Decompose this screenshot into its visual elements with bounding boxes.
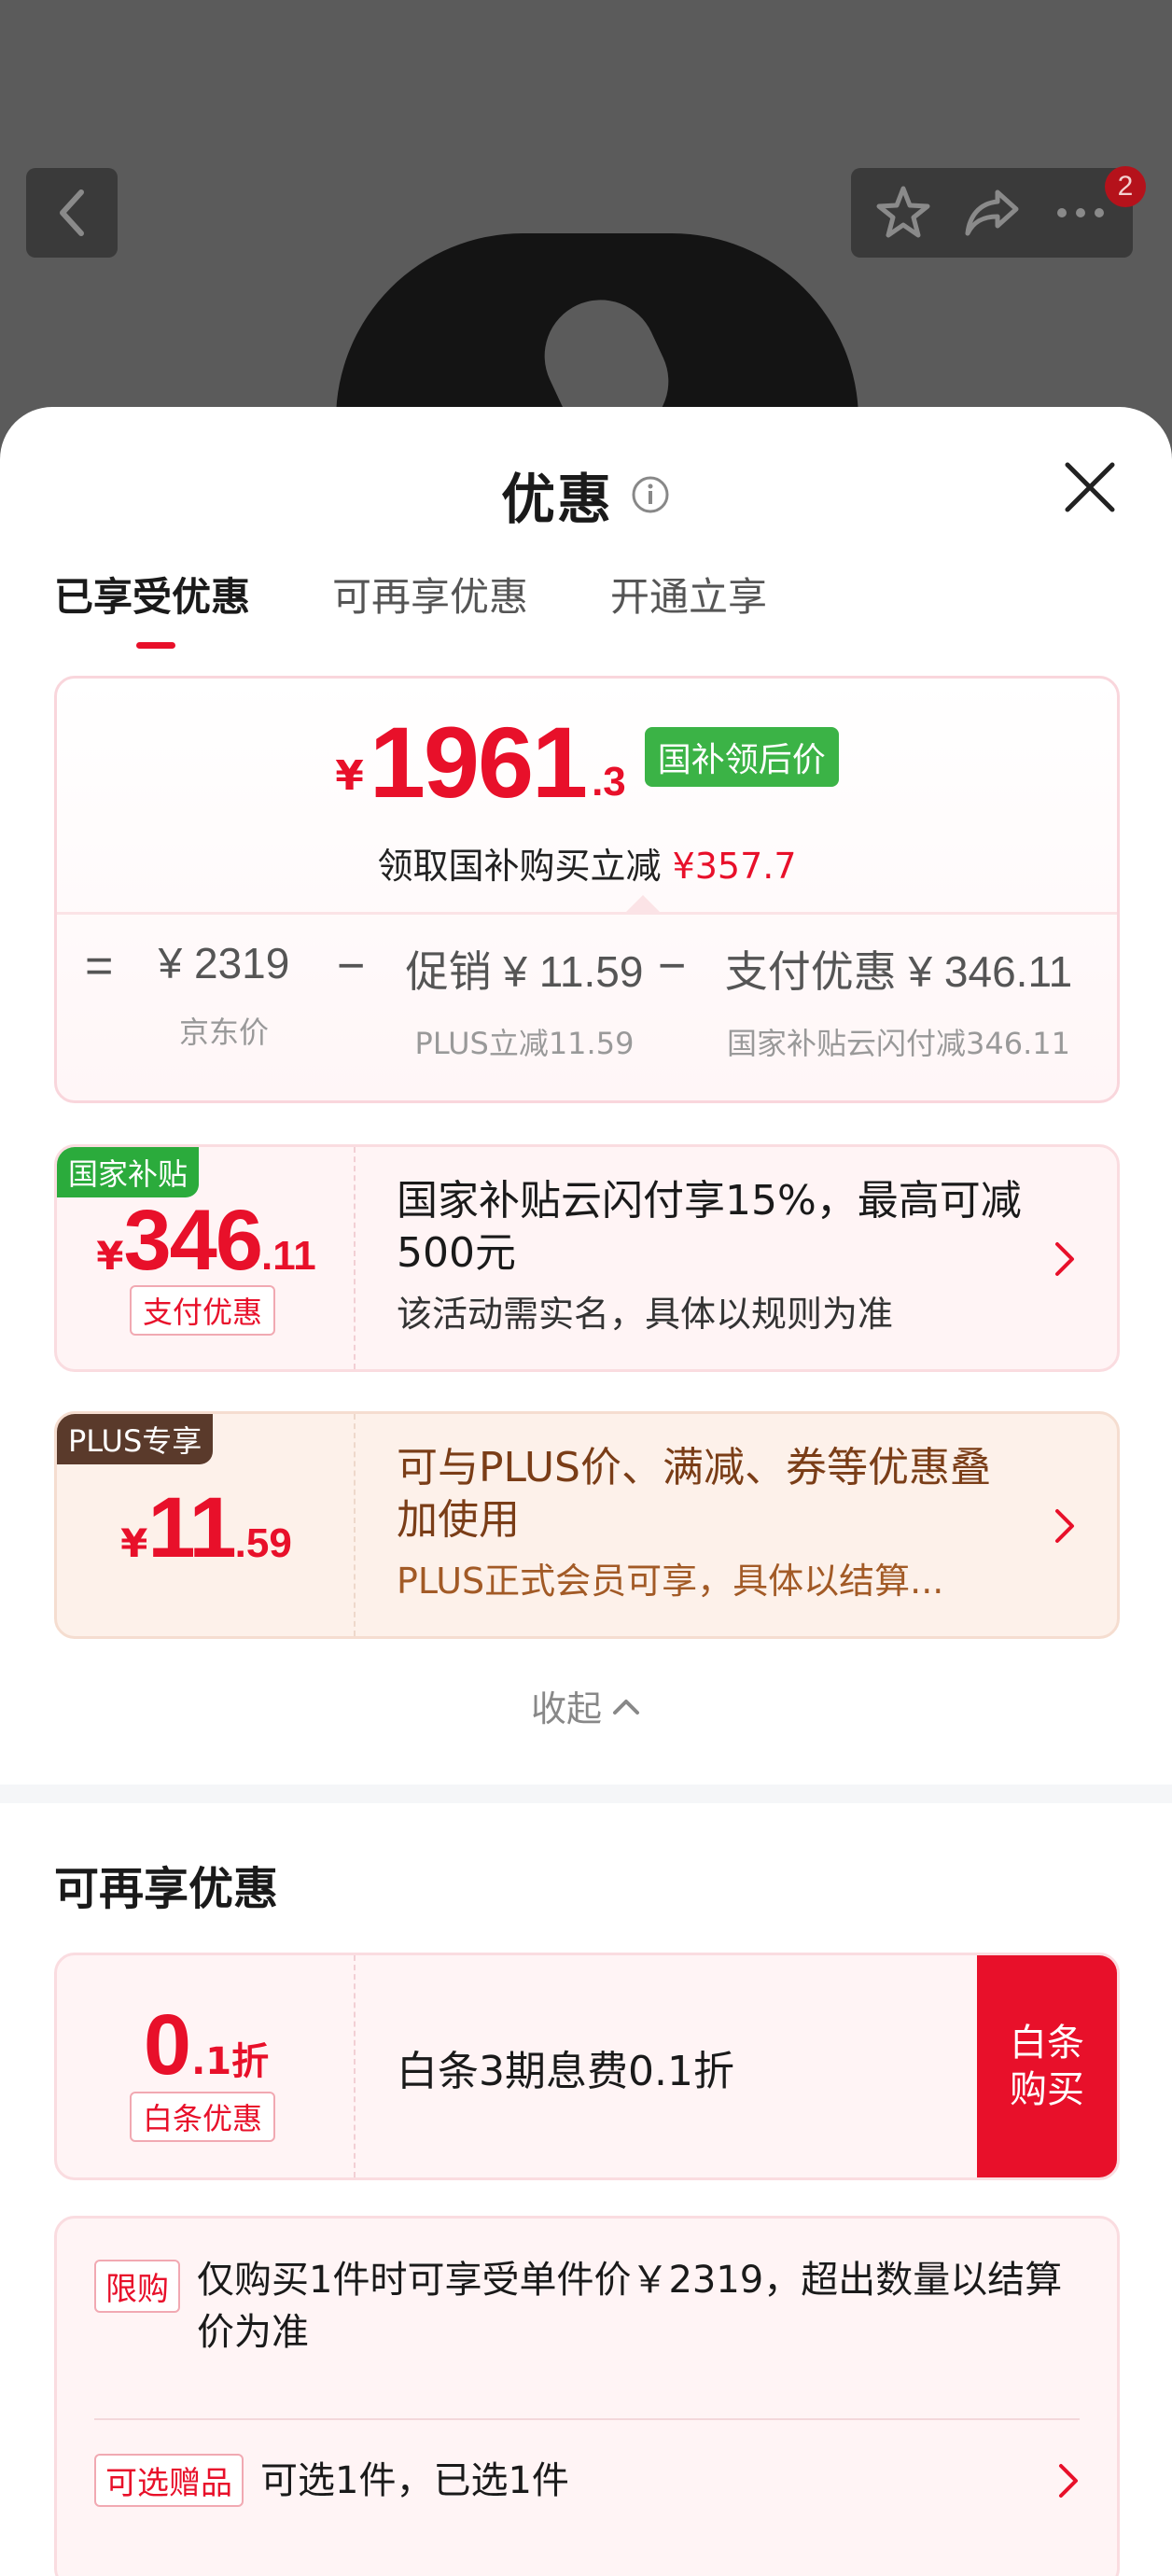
discount-card-plus[interactable]: PLUS专享 ¥11.59 可与PLUS价、满减、券等优惠叠加使用 PLUS正式… xyxy=(54,1411,1120,1639)
price-main: 1961 xyxy=(369,706,588,819)
minus-sign: − xyxy=(337,939,366,993)
discount-amount: 0.1折 xyxy=(143,1997,270,2093)
back-button[interactable] xyxy=(26,168,118,258)
gift-tag: 可选赠品 xyxy=(94,2454,244,2507)
chevron-left-icon xyxy=(60,189,84,236)
minus-sign: − xyxy=(658,939,687,993)
more-icon[interactable] xyxy=(1051,183,1110,243)
discount-note: 该活动需实名，具体以规则为准 xyxy=(397,1294,894,1335)
baitiao-buy-button[interactable]: 白条购买 xyxy=(977,1955,1117,2177)
close-icon[interactable] xyxy=(1060,457,1120,517)
chevron-right-icon xyxy=(1055,1509,1074,1543)
purchase-info-card: 限购 仅购买1件时可享受单件价￥2319，超出数量以结算价为准 可选赠品 可选1… xyxy=(54,2216,1120,2576)
discount-card-baitiao: 0.1折 白条优惠 白条3期息费0.1折 白条购买 xyxy=(54,1953,1120,2180)
gift-text: 可选1件，已选1件 xyxy=(260,2458,569,2502)
discount-amount: ¥346.11 xyxy=(96,1193,316,1288)
tab-activate[interactable]: 开通立享 xyxy=(610,566,767,623)
tab-bar: 已享受优惠 可再享优惠 开通立享 xyxy=(54,566,767,649)
discount-title: 可与PLUS价、满减、券等优惠叠加使用 xyxy=(397,1444,991,1544)
notification-badge: 2 xyxy=(1105,166,1146,207)
info-icon[interactable] xyxy=(630,474,671,515)
collapse-label: 收起 xyxy=(530,1688,602,1729)
equals-sign: = xyxy=(85,939,114,993)
payment-value: 支付优惠 ¥ 346.11 xyxy=(724,947,1073,996)
currency-symbol: ¥ xyxy=(335,752,364,800)
ribbon-label: PLUS专享 xyxy=(57,1414,214,1464)
payment-label: 国家补贴云闪付减346.11 xyxy=(727,1026,1070,1061)
sheet-header: 优惠 xyxy=(0,455,1172,534)
limit-text: 仅购买1件时可享受单件价￥2319，超出数量以结算价为准 xyxy=(197,2259,1063,2354)
divider xyxy=(94,2418,1080,2420)
background-product-page: 2 xyxy=(0,0,1172,467)
limit-purchase-row: 限购 仅购买1件时可享受单件价￥2319，超出数量以结算价为准 xyxy=(94,2254,1080,2359)
price-decimal: .3 xyxy=(592,759,626,805)
save-text: 领取国补购买立减 xyxy=(377,846,662,887)
chevron-up-icon xyxy=(613,1699,639,1715)
discount-title: 国家补贴云闪付享15%，最高可减500元 xyxy=(397,1177,1022,1277)
discount-sheet: 优惠 已享受优惠 可再享优惠 开通立享 ¥ 1961 .3 国补领后价 领取国补… xyxy=(0,407,1172,2576)
breakdown-promo: 促销 ¥ 11.59 PLUS立减11.59 xyxy=(380,938,669,1063)
promo-label: PLUS立减11.59 xyxy=(414,1026,635,1061)
discount-title: 白条3期息费0.1折 xyxy=(397,2048,734,2095)
collapse-button[interactable]: 收起 xyxy=(0,1680,1172,1731)
breakdown-payment: 支付优惠 ¥ 346.11 国家补贴云闪付减346.11 xyxy=(703,938,1095,1063)
tab-enjoyed[interactable]: 已享受优惠 xyxy=(54,566,250,649)
section-divider xyxy=(0,1785,1172,1803)
discount-type-pill: 支付优惠 xyxy=(130,1285,276,1336)
final-price: ¥ 1961 .3 国补领后价 xyxy=(57,712,1117,813)
discount-card-national-subsidy[interactable]: 国家补贴 ¥346.11 支付优惠 国家补贴云闪付享15%，最高可减500元 该… xyxy=(54,1144,1120,1372)
breakdown-jd-price: ¥ 2319 京东价 xyxy=(145,938,303,1052)
discount-type-pill: 白条优惠 xyxy=(130,2092,276,2142)
chevron-right-icon xyxy=(1059,2463,1078,2498)
subsidy-price-tag: 国补领后价 xyxy=(644,727,839,787)
discount-amount: ¥11.59 xyxy=(120,1480,292,1575)
chevron-right-icon xyxy=(1055,1242,1074,1276)
top-action-bar xyxy=(851,168,1133,258)
tab-more-discounts[interactable]: 可再享优惠 xyxy=(332,566,528,623)
section-title-more-discounts: 可再享优惠 xyxy=(54,1863,279,1915)
promo-value: 促销 ¥ 11.59 xyxy=(405,947,644,996)
gift-row[interactable]: 可选赠品 可选1件，已选1件 xyxy=(94,2454,1080,2507)
sheet-title: 优惠 xyxy=(500,468,613,531)
share-icon[interactable] xyxy=(962,183,1022,243)
save-amount: ¥357.7 xyxy=(672,846,797,887)
divider xyxy=(57,912,1117,915)
discount-note: PLUS正式会员可享，具体以结算... xyxy=(397,1561,944,1602)
star-icon[interactable] xyxy=(873,183,933,243)
jd-price-label: 京东价 xyxy=(178,1015,269,1050)
price-summary-card: ¥ 1961 .3 国补领后价 领取国补购买立减 ¥357.7 = ¥ 2319… xyxy=(54,676,1120,1103)
limit-tag: 限购 xyxy=(94,2260,180,2313)
ribbon-label: 国家补贴 xyxy=(57,1147,200,1197)
jd-price-value: ¥ 2319 xyxy=(158,939,290,987)
save-info: 领取国补购买立减 ¥357.7 xyxy=(57,837,1117,889)
